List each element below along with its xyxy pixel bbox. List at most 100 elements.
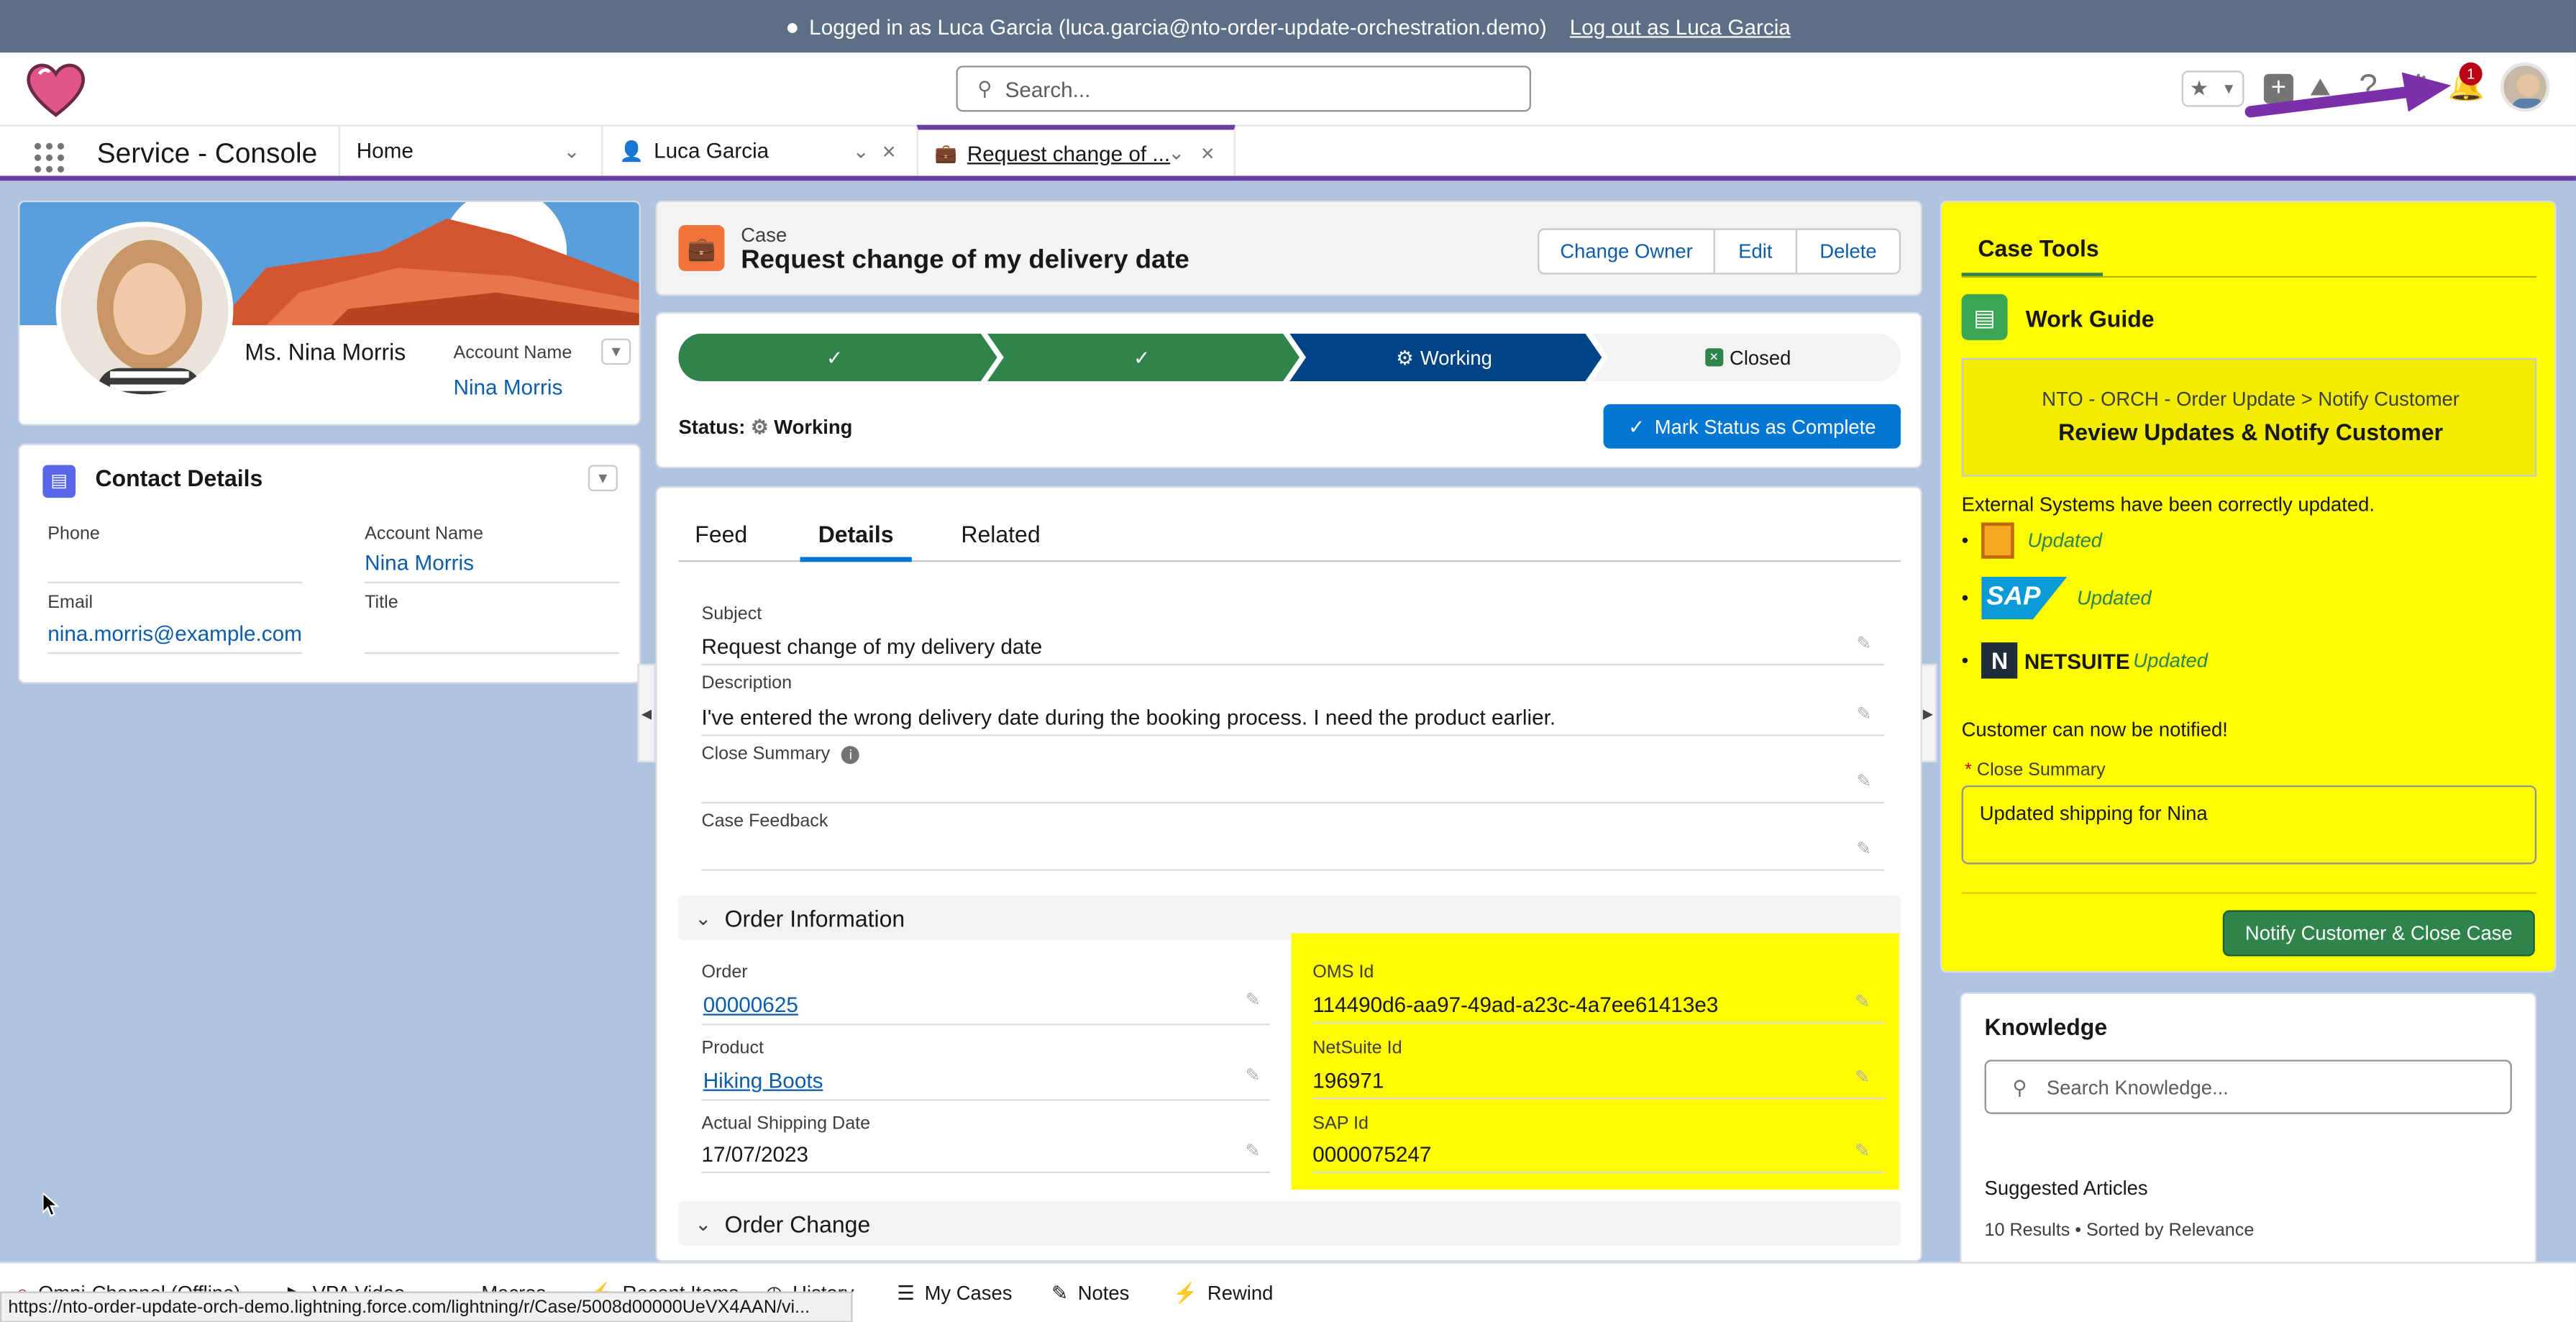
path-step-working[interactable]: ⚙ Working	[1293, 334, 1595, 381]
tab-case-request[interactable]: 💼 Request change of ... ⌄ ×	[916, 124, 1236, 176]
info-icon[interactable]: i	[841, 746, 860, 765]
edit-subject-pencil-icon[interactable]: ✎	[1856, 632, 1871, 654]
edit-sap-pencil-icon[interactable]: ✎	[1855, 1140, 1870, 1162]
title-label: Title	[365, 593, 398, 614]
order-label: Order	[701, 962, 748, 983]
search-icon: ⚲	[977, 77, 992, 101]
global-search-input[interactable]: ⚲ Search...	[956, 65, 1532, 112]
case-tools-tab[interactable]: Case Tools	[1961, 235, 2104, 278]
system-item-sap: • SAP Updated	[1962, 576, 2152, 620]
utility-rewind[interactable]: ⚡ Rewind	[1173, 1282, 1273, 1305]
list-icon: ☰	[897, 1281, 915, 1305]
login-banner: ● Logged in as Luca Garcia (luca.garcia@…	[0, 0, 2576, 53]
path-step-1-check-icon[interactable]: ✓	[678, 334, 990, 381]
edit-shipping-date-pencil-icon[interactable]: ✎	[1246, 1140, 1261, 1162]
description-value: I've entered the wrong delivery date dur…	[701, 705, 1885, 737]
detail-tabs: Feed Details Related	[678, 488, 1901, 562]
account-name-label: Account Name	[453, 343, 572, 363]
status-label: Status:	[678, 415, 746, 439]
order-change-section-header[interactable]: ⌄ Order Change	[678, 1200, 1901, 1246]
case-tools-panel: Case Tools ▤ Work Guide NTO - ORCH - Ord…	[1940, 200, 2557, 973]
contact-account-label: Account Name	[365, 524, 483, 544]
case-type-label: Case	[741, 223, 787, 247]
status-gear-icon: ⚙	[750, 415, 769, 439]
subject-value: Request change of my delivery date	[701, 634, 1885, 666]
profile-card: Ms. Nina Morris Account Name Nina Morris…	[18, 200, 641, 426]
chevron-down-icon[interactable]: ⌄	[1168, 141, 1184, 164]
tab-feed[interactable]: Feed	[695, 521, 747, 547]
edit-description-pencil-icon[interactable]: ✎	[1856, 703, 1871, 724]
contact-card-icon: ▤	[42, 465, 76, 498]
work-guide-icon: ▤	[1961, 293, 2008, 340]
edit-order-pencil-icon[interactable]: ✎	[1246, 989, 1261, 1010]
edit-netsuite-pencil-icon[interactable]: ✎	[1855, 1067, 1870, 1088]
edit-close-summary-pencil-icon[interactable]: ✎	[1856, 770, 1871, 792]
account-name-link[interactable]: Nina Morris	[453, 375, 562, 399]
edit-product-pencil-icon[interactable]: ✎	[1246, 1065, 1261, 1086]
status-url-tooltip: https://nto-order-update-orch-demo.light…	[0, 1291, 853, 1322]
oms-id-value: 114490d6-aa97-49ad-a23c-4a7ee61413e3	[1312, 993, 1885, 1024]
chevron-down-icon: ⌄	[695, 1211, 712, 1235]
notes-icon: ✎	[1051, 1281, 1069, 1305]
utility-notes[interactable]: ✎ Notes	[1051, 1282, 1129, 1305]
delete-button[interactable]: Delete	[1797, 228, 1901, 275]
user-icon: ●	[785, 13, 800, 40]
edit-button[interactable]: Edit	[1714, 228, 1798, 275]
profile-photo	[55, 222, 234, 400]
notify-close-case-button[interactable]: Notify Customer & Close Case	[2222, 910, 2535, 957]
phone-field[interactable]	[47, 550, 303, 583]
tab-home[interactable]: Home ⌄	[338, 124, 602, 176]
title-field[interactable]	[365, 621, 620, 655]
close-summary-textarea[interactable]: Updated shipping for Nina	[1961, 785, 2537, 865]
integration-ids-highlight: OMS Id 114490d6-aa97-49ad-a23c-4a7ee6141…	[1291, 933, 1899, 1190]
status-path-card: ✓ ✓ ⚙ Working × Closed Status: ⚙ Working ✓…	[655, 312, 1922, 469]
profile-menu-chevron-icon[interactable]: ▼	[601, 338, 631, 365]
chevron-down-icon[interactable]: ⌄	[564, 139, 580, 162]
path-step-closed[interactable]: × Closed	[1595, 334, 1901, 381]
left-panel-collapse-handle[interactable]: ◀	[637, 663, 656, 762]
knowledge-results-meta: 10 Results • Sorted by Relevance	[1984, 1221, 2255, 1241]
step-breadcrumb: NTO - ORCH - Order Update > Notify Custo…	[2042, 388, 2459, 411]
mark-status-complete-button[interactable]: ✓ Mark Status as Complete	[1603, 404, 1901, 449]
status-value: ⚙ Working	[750, 415, 853, 439]
closed-x-icon: ×	[1704, 348, 1723, 367]
order-link[interactable]: 00000625	[701, 993, 1270, 1026]
logout-link[interactable]: Log out as Luca Garcia	[1570, 14, 1791, 38]
tab-luca-garcia[interactable]: 👤 Luca Garcia ⌄ ×	[601, 124, 917, 176]
email-link[interactable]: nina.morris@example.com	[47, 621, 303, 655]
knowledge-card: Knowledge ⚲ Search Knowledge... Suggeste…	[1960, 992, 2537, 1272]
case-briefcase-icon: 💼	[678, 224, 725, 271]
close-icon[interactable]: ×	[882, 137, 896, 164]
mouse-cursor-icon	[42, 1178, 60, 1229]
tab-related[interactable]: Related	[961, 521, 1040, 547]
product-link[interactable]: Hiking Boots	[701, 1068, 1270, 1101]
favorites-star-icon[interactable]: ★ ▼	[2181, 70, 2244, 107]
external-systems-text: External Systems have been correctly upd…	[1961, 493, 2375, 516]
utility-my-cases[interactable]: ☰ My Cases	[897, 1282, 1012, 1305]
chevron-down-icon[interactable]: ⌄	[853, 139, 869, 162]
app-logo-icon[interactable]	[23, 59, 88, 118]
close-icon[interactable]: ×	[1201, 140, 1215, 166]
knowledge-search-input[interactable]: ⚲ Search Knowledge...	[1984, 1059, 2512, 1114]
path-step-2-check-icon[interactable]: ✓	[990, 334, 1292, 381]
case-header-card: 💼 Case Request change of my delivery dat…	[655, 200, 1922, 296]
change-owner-button[interactable]: Change Owner	[1538, 228, 1715, 275]
subject-label: Subject	[701, 604, 762, 625]
close-summary-field	[701, 774, 1885, 804]
user-avatar[interactable]	[2500, 62, 2550, 112]
close-summary-required-label: * Close Summary	[1965, 760, 2106, 781]
edit-case-feedback-pencil-icon[interactable]: ✎	[1856, 838, 1871, 859]
sap-id-value: 0000075247	[1312, 1142, 1885, 1174]
notification-count-badge: 1	[2459, 62, 2483, 86]
edit-oms-pencil-icon[interactable]: ✎	[1855, 990, 1870, 1012]
sap-logo-icon: SAP	[1981, 576, 2068, 620]
phone-label: Phone	[47, 524, 100, 544]
tab-details[interactable]: Details	[800, 521, 912, 562]
system-item-netsuite: • N NETSUITE Updated	[1962, 642, 2208, 679]
oms-logo-icon	[1981, 522, 2015, 559]
app-launcher-icon[interactable]	[33, 135, 66, 173]
sap-id-label: SAP Id	[1312, 1113, 1369, 1134]
contact-menu-chevron-icon[interactable]: ▼	[588, 465, 618, 492]
contact-account-link[interactable]: Nina Morris	[365, 550, 620, 583]
contact-icon: 👤	[619, 139, 644, 163]
